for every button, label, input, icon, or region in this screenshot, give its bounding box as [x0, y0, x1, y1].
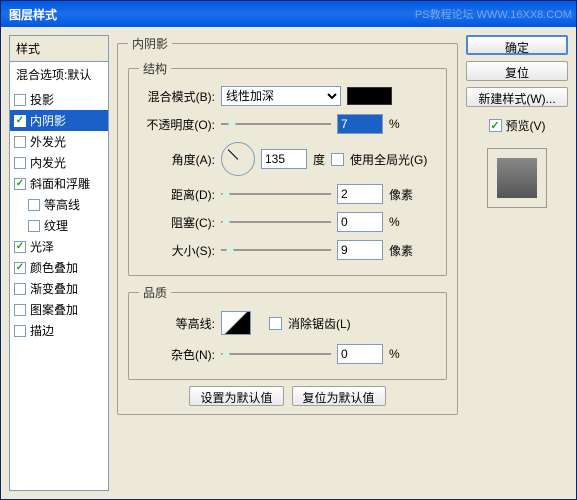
contour-label: 等高线:	[139, 315, 215, 332]
reset-default-button[interactable]: 复位为默认值	[292, 386, 386, 406]
noise-input[interactable]	[337, 344, 383, 364]
distance-slider[interactable]	[221, 187, 331, 201]
antialias-checkbox[interactable]	[269, 317, 282, 330]
section-title: 内阴影	[128, 35, 172, 52]
opacity-label: 不透明度(O):	[139, 116, 215, 133]
new-style-button[interactable]: 新建样式(W)...	[466, 87, 568, 107]
style-checkbox[interactable]	[14, 94, 26, 106]
style-checkbox[interactable]	[28, 220, 40, 232]
preview-swatch	[497, 158, 537, 198]
style-label: 渐变叠加	[30, 280, 78, 297]
blend-mode-select[interactable]: 线性加深	[221, 86, 341, 106]
structure-group: 结构 混合模式(B): 线性加深 不透明度(O): % 角度(A):	[128, 60, 447, 276]
style-checkbox[interactable]	[14, 136, 26, 148]
choke-slider[interactable]	[221, 215, 331, 229]
style-label: 内发光	[30, 154, 66, 171]
global-light-checkbox[interactable]	[331, 153, 344, 166]
style-item-7[interactable]: 光泽	[10, 236, 108, 257]
opacity-unit: %	[389, 117, 417, 131]
blend-mode-label: 混合模式(B):	[139, 88, 215, 105]
style-label: 颜色叠加	[30, 259, 78, 276]
noise-label: 杂色(N):	[139, 346, 215, 363]
global-light-label: 使用全局光(G)	[350, 151, 427, 168]
quality-legend: 品质	[139, 284, 171, 301]
size-label: 大小(S):	[139, 242, 215, 259]
blending-options-item[interactable]: 混合选项:默认	[10, 62, 108, 87]
style-item-0[interactable]: 投影	[10, 89, 108, 110]
style-label: 图案叠加	[30, 301, 78, 318]
window-title: 图层样式	[5, 6, 57, 23]
opacity-slider[interactable]	[221, 117, 331, 131]
shadow-color-swatch[interactable]	[347, 87, 392, 105]
noise-unit: %	[389, 347, 417, 361]
style-item-9[interactable]: 渐变叠加	[10, 278, 108, 299]
watermark: PS教程论坛 WWW.16XX8.COM	[415, 6, 572, 22]
structure-legend: 结构	[139, 60, 171, 77]
opacity-input[interactable]	[337, 114, 383, 134]
choke-input[interactable]	[337, 212, 383, 232]
style-checkbox[interactable]	[14, 262, 26, 274]
style-label: 等高线	[44, 196, 80, 213]
style-item-11[interactable]: 描边	[10, 320, 108, 341]
choke-unit: %	[389, 215, 417, 229]
style-item-2[interactable]: 外发光	[10, 131, 108, 152]
preview-checkbox[interactable]	[489, 119, 502, 132]
distance-input[interactable]	[337, 184, 383, 204]
preview-label: 预览(V)	[506, 117, 546, 134]
style-checkbox[interactable]	[14, 283, 26, 295]
size-slider[interactable]	[221, 243, 331, 257]
cancel-button[interactable]: 复位	[466, 61, 568, 81]
quality-group: 品质 等高线: 消除锯齿(L) 杂色(N): %	[128, 284, 447, 380]
style-checkbox[interactable]	[14, 325, 26, 337]
distance-label: 距离(D):	[139, 186, 215, 203]
titlebar: 图层样式 PS教程论坛 WWW.16XX8.COM	[1, 1, 576, 27]
style-checkbox[interactable]	[14, 304, 26, 316]
make-default-button[interactable]: 设置为默认值	[189, 386, 283, 406]
style-item-4[interactable]: 斜面和浮雕	[10, 173, 108, 194]
style-item-3[interactable]: 内发光	[10, 152, 108, 173]
choke-label: 阻塞(C):	[139, 214, 215, 231]
right-panel: 确定 复位 新建样式(W)... 预览(V)	[466, 35, 568, 491]
style-checkbox[interactable]	[14, 178, 26, 190]
style-checkbox[interactable]	[14, 241, 26, 253]
style-label: 外发光	[30, 133, 66, 150]
size-input[interactable]	[337, 240, 383, 260]
styles-panel: 样式 混合选项:默认 投影内阴影外发光内发光斜面和浮雕等高线纹理光泽颜色叠加渐变…	[9, 35, 109, 491]
style-label: 纹理	[44, 217, 68, 234]
style-label: 描边	[30, 322, 54, 339]
style-item-8[interactable]: 颜色叠加	[10, 257, 108, 278]
style-checkbox[interactable]	[14, 157, 26, 169]
style-item-5[interactable]: 等高线	[10, 194, 108, 215]
style-label: 投影	[30, 91, 54, 108]
angle-input[interactable]	[261, 149, 307, 169]
style-checkbox[interactable]	[14, 115, 26, 127]
style-item-1[interactable]: 内阴影	[10, 110, 108, 131]
antialias-label: 消除锯齿(L)	[288, 315, 351, 332]
noise-slider[interactable]	[221, 347, 331, 361]
angle-label: 角度(A):	[139, 151, 215, 168]
style-label: 光泽	[30, 238, 54, 255]
style-checkbox[interactable]	[28, 199, 40, 211]
main-fieldset: 内阴影 结构 混合模式(B): 线性加深 不透明度(O): %	[117, 35, 458, 415]
distance-unit: 像素	[389, 186, 417, 203]
style-item-10[interactable]: 图案叠加	[10, 299, 108, 320]
preview-box	[487, 148, 547, 208]
center-panel: 内阴影 结构 混合模式(B): 线性加深 不透明度(O): %	[117, 35, 458, 491]
contour-picker[interactable]	[221, 311, 251, 335]
angle-unit: 度	[313, 151, 325, 168]
size-unit: 像素	[389, 242, 417, 259]
angle-wheel[interactable]	[221, 142, 255, 176]
style-label: 内阴影	[30, 112, 66, 129]
style-item-6[interactable]: 纹理	[10, 215, 108, 236]
ok-button[interactable]: 确定	[466, 35, 568, 55]
style-label: 斜面和浮雕	[30, 175, 90, 192]
styles-header: 样式	[10, 36, 108, 62]
layer-style-dialog: 图层样式 PS教程论坛 WWW.16XX8.COM 样式 混合选项:默认 投影内…	[0, 0, 577, 500]
